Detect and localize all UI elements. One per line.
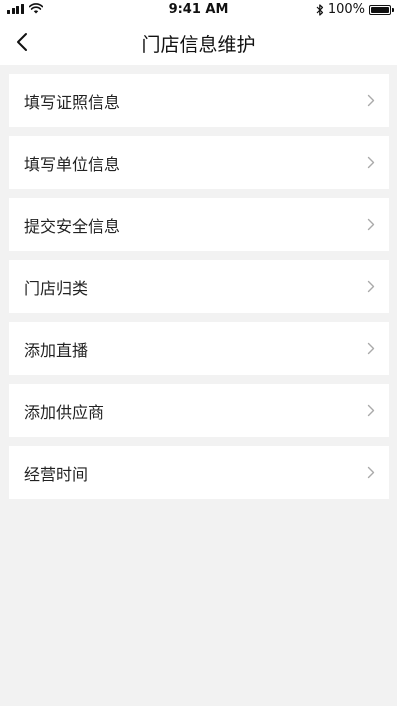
menu-item[interactable]: 填写单位信息: [9, 136, 389, 189]
menu-item-label: 经营时间: [24, 464, 89, 484]
menu-item-label: 填写证照信息: [24, 92, 121, 112]
menu-item-label: 门店归类: [24, 278, 89, 298]
chevron-right-icon: [367, 466, 375, 479]
bluetooth-icon: [316, 3, 323, 16]
chevron-right-icon: [367, 156, 375, 169]
chevron-right-icon: [367, 218, 375, 231]
chevron-right-icon: [367, 404, 375, 417]
menu-item-label: 添加供应商: [24, 402, 105, 422]
menu-item[interactable]: 添加直播: [9, 322, 389, 375]
menu-item[interactable]: 门店归类: [9, 260, 389, 313]
battery-icon: [369, 4, 394, 15]
menu-item[interactable]: 经营时间: [9, 446, 389, 499]
menu-item-label: 填写单位信息: [24, 154, 121, 174]
chevron-right-icon: [367, 280, 375, 293]
menu-item-label: 提交安全信息: [24, 216, 121, 236]
page-title: 门店信息维护: [141, 34, 256, 56]
status-bar: 9:41 AM 100%: [0, 0, 397, 20]
menu-item[interactable]: 填写证照信息: [9, 74, 389, 127]
chevron-right-icon: [367, 342, 375, 355]
status-right: 100%: [316, 2, 394, 17]
navigation-bar: 门店信息维护: [0, 20, 397, 65]
menu-item[interactable]: 添加供应商: [9, 384, 389, 437]
menu-item[interactable]: 提交安全信息: [9, 198, 389, 251]
menu-list: 填写证照信息 填写单位信息 提交安全信息 门店归类添加直播添加供应商经营时间: [9, 74, 389, 508]
battery-fill: [371, 6, 389, 13]
battery-percent: 100%: [327, 2, 365, 17]
chevron-right-icon: [367, 94, 375, 107]
menu-item-label: 添加直播: [24, 340, 89, 360]
